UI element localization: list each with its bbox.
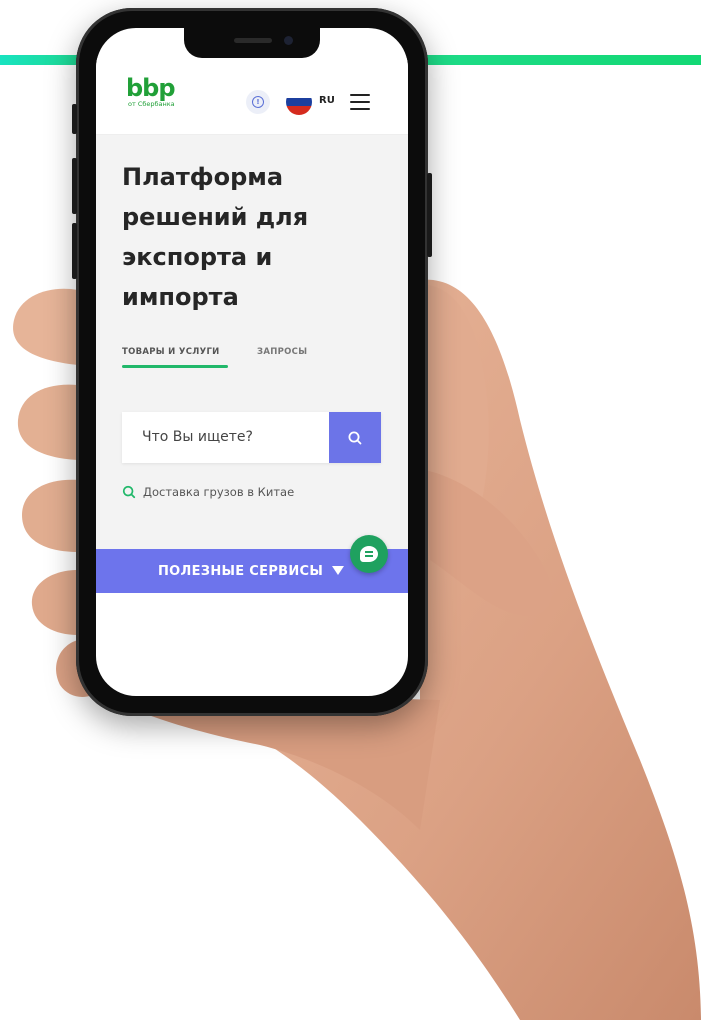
search-input[interactable] [140,428,324,446]
hamburger-menu-icon[interactable] [350,94,370,115]
language-selector[interactable]: RU [319,95,335,106]
phone-mute-switch [72,104,77,134]
bbp-logo[interactable]: bbp от Сбербанка [126,74,176,108]
chat-button[interactable] [350,535,388,573]
suggestion-text: Доставка грузов в Китае [143,485,295,499]
logo-subtitle: от Сбербанка [128,100,175,108]
search-tabs: ТОВАРЫ И УСЛУГИ ЗАПРОСЫ [122,339,382,369]
phone-screen: bbp от Сбербанка ! RU Платформа решений … [96,28,408,696]
phone-side-button [427,173,432,257]
phone-volume-up [72,158,77,214]
smartphone: bbp от Сбербанка ! RU Платформа решений … [72,8,432,716]
search-box [122,412,381,463]
phone-notch [184,28,320,58]
chat-icon [360,546,378,562]
russia-flag-icon[interactable] [286,89,312,115]
logo-mark: bbp [126,74,176,102]
search-suggestion[interactable]: Доставка грузов в Китае [122,485,294,499]
phone-speaker [234,38,272,43]
hero-section: Платформа решений для экспорта и импорта… [96,135,408,549]
phone-volume-down [72,223,77,279]
info-icon: ! [252,96,264,108]
search-icon [122,485,136,499]
search-icon [348,431,362,444]
phone-camera [284,36,293,45]
page-title: Платформа решений для экспорта и импорта [122,163,309,311]
tab-goods-and-services[interactable]: ТОВАРЫ И УСЛУГИ [122,347,228,368]
info-button[interactable]: ! [246,90,270,114]
site-header: bbp от Сбербанка ! RU [96,58,408,135]
chevron-down-icon [332,566,344,575]
tab-requests[interactable]: ЗАПРОСЫ [257,347,307,357]
search-button[interactable] [329,412,381,463]
services-label: ПОЛЕЗНЫЕ СЕРВИСЫ [158,564,324,579]
